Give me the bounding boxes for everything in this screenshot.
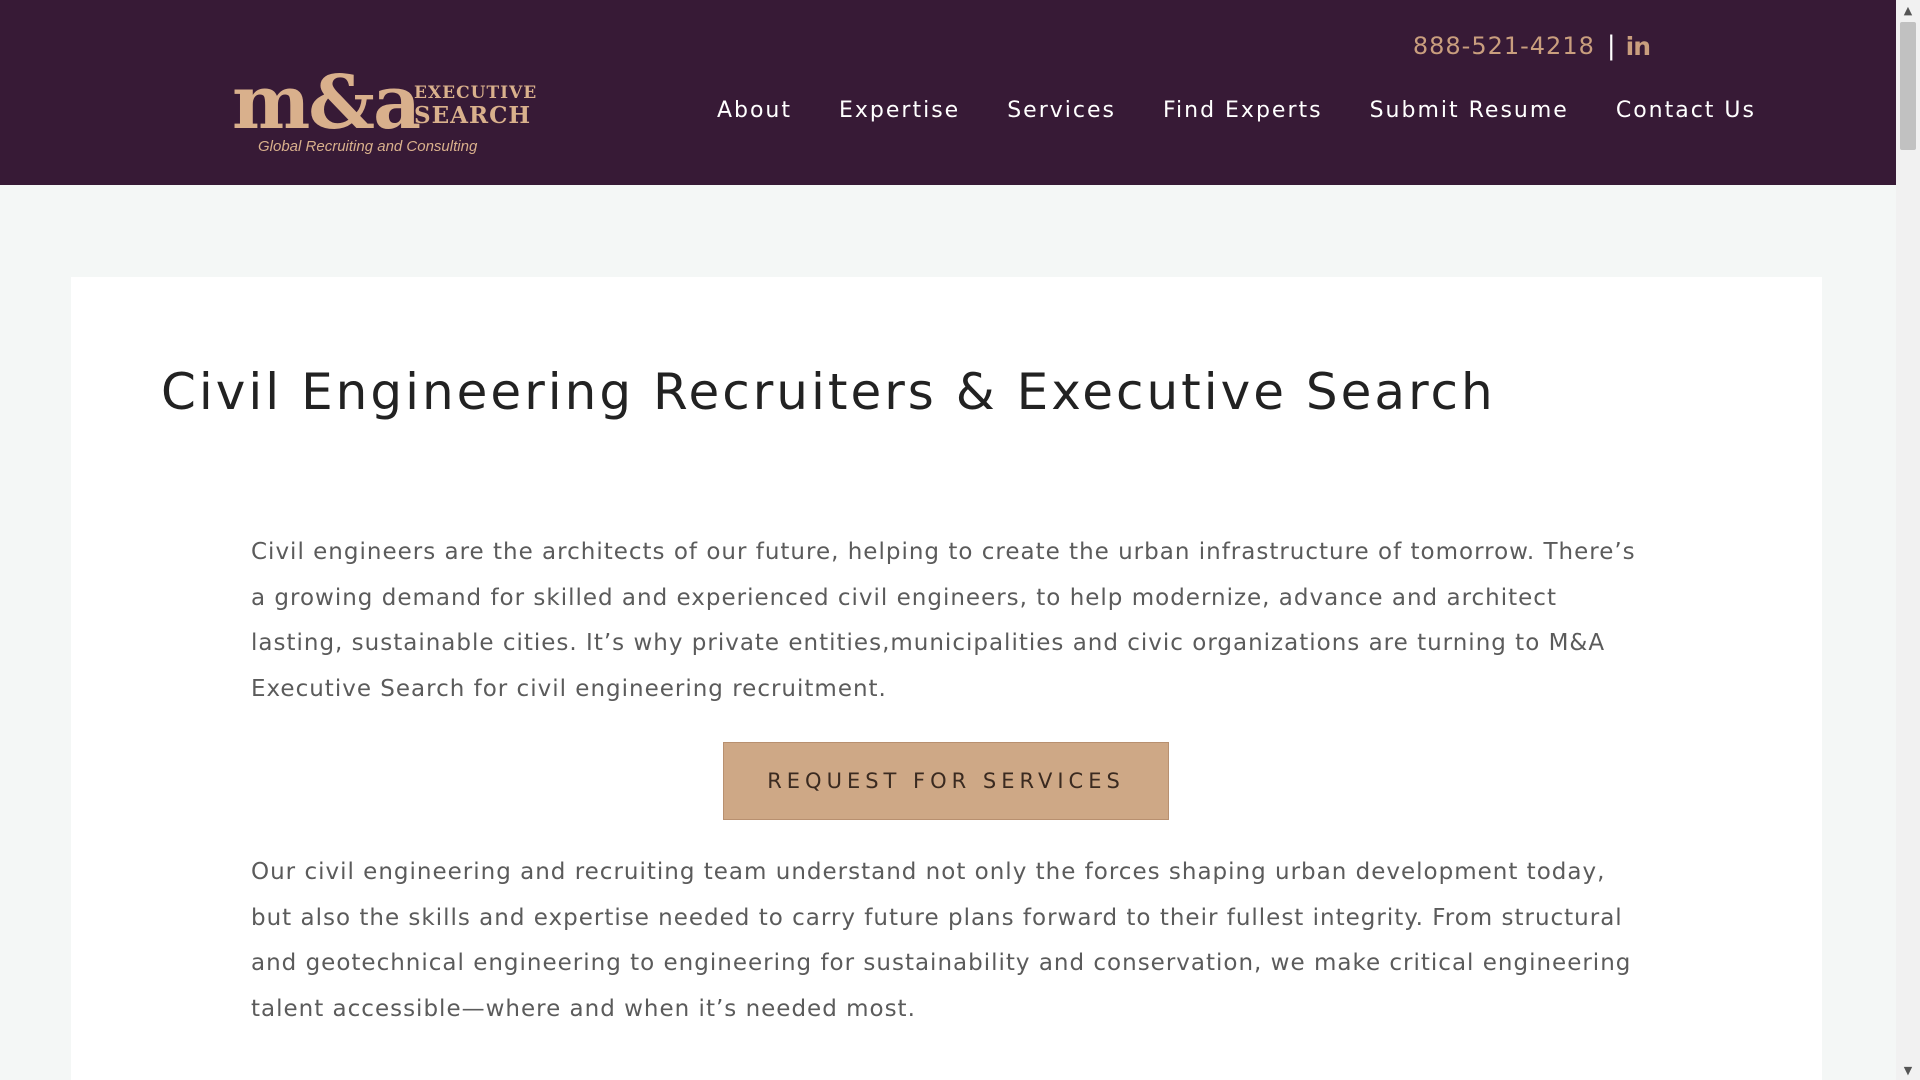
nav-item-services[interactable]: Services <box>1007 98 1116 123</box>
main-nav: About Expertise Services Find Experts Su… <box>670 98 1756 123</box>
page: m&a EXECUTIVE SEARCH Global Recruiting a… <box>0 0 1896 1080</box>
phone-link[interactable]: 888-521-4218 <box>1413 32 1595 60</box>
nav-item-submit-resume[interactable]: Submit Resume <box>1370 98 1569 123</box>
nav-item-about[interactable]: About <box>717 98 792 123</box>
request-for-services-button[interactable]: REQUEST FOR SERVICES <box>723 742 1169 820</box>
contact-separator: | <box>1606 31 1616 61</box>
logo-mark: m&a <box>232 60 421 146</box>
scrollbar-thumb[interactable] <box>1900 22 1916 150</box>
vertical-scrollbar[interactable]: ▲ ▼ <box>1896 0 1920 1080</box>
nav-item-find-experts[interactable]: Find Experts <box>1163 98 1323 123</box>
scroll-up-arrow-icon[interactable]: ▲ <box>1896 0 1920 20</box>
page-title: Civil Engineering Recruiters & Executive… <box>161 363 1496 421</box>
logo-word-executive: EXECUTIVE <box>414 83 538 103</box>
nav-item-expertise[interactable]: Expertise <box>839 98 960 123</box>
team-paragraph: Our civil engineering and recruiting tea… <box>251 859 1632 1022</box>
linkedin-icon[interactable]: in <box>1626 32 1651 61</box>
content-card: Civil Engineering Recruiters & Executive… <box>71 277 1822 1080</box>
intro-paragraph: Civil engineers are the architects of ou… <box>251 539 1636 702</box>
nav-item-contact-us[interactable]: Contact Us <box>1616 98 1756 123</box>
header-contact-bar: 888-521-4218 | in <box>1413 28 1651 64</box>
scroll-down-arrow-icon[interactable]: ▼ <box>1896 1060 1920 1080</box>
logo-tagline: Global Recruiting and Consulting <box>258 138 478 155</box>
logo-word-search: SEARCH <box>414 102 532 129</box>
site-header: m&a EXECUTIVE SEARCH Global Recruiting a… <box>0 0 1896 185</box>
site-logo[interactable]: m&a EXECUTIVE SEARCH Global Recruiting a… <box>232 60 536 166</box>
